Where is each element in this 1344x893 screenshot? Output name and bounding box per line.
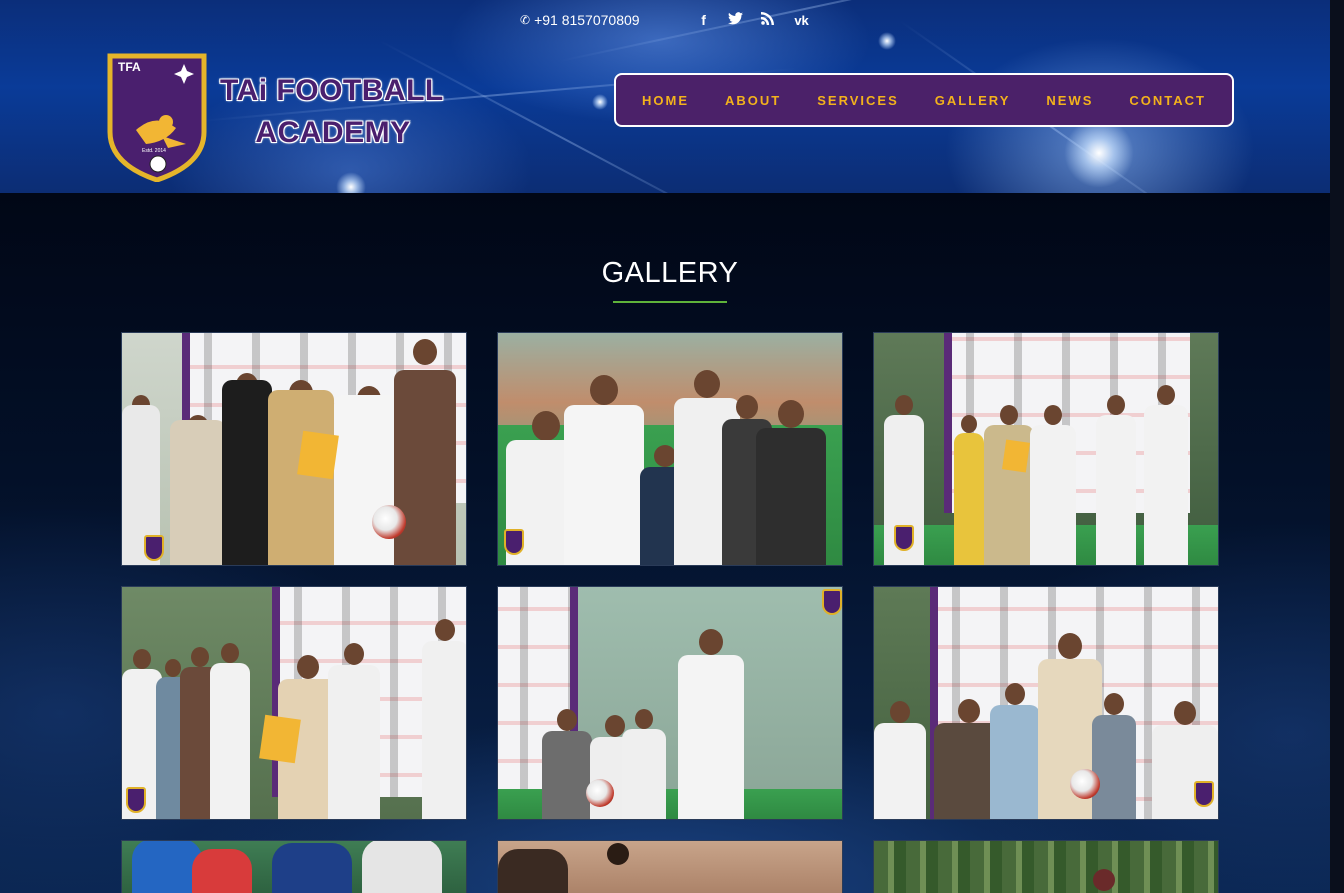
academy-logo-badge[interactable]: TFA Estd. 2014 — [106, 52, 208, 183]
star-sparkle — [592, 94, 608, 110]
gallery-photo-award-ceremony-2[interactable] — [873, 332, 1219, 566]
stadium-light — [1064, 118, 1134, 188]
logo-line2: ACADEMY — [255, 116, 411, 149]
phone-icon: ✆ — [520, 13, 531, 27]
page-title: GALLERY — [601, 257, 739, 289]
gallery-photo-crowd[interactable] — [121, 840, 467, 893]
header-banner: ✆ +91 8157070809 f vk TFA Estd. 2014 TAi… — [0, 0, 1330, 193]
gallery-photo-players[interactable] — [497, 840, 843, 893]
gallery-photo-team-group[interactable] — [497, 332, 843, 566]
gallery-photo-award-ceremony-1[interactable] — [121, 332, 467, 566]
star-sparkle — [878, 32, 896, 50]
social-links: f vk — [696, 12, 812, 28]
nav-services[interactable]: SERVICES — [799, 93, 917, 108]
gallery-section: GALLERY — [0, 193, 1330, 893]
gallery-photo-speech-banner[interactable] — [873, 586, 1219, 820]
logo-line1: TAi FOOTBALL — [220, 74, 444, 107]
twitter-icon[interactable] — [728, 12, 744, 28]
gallery-photo-speech-mic[interactable] — [497, 586, 843, 820]
logo-badge-text: TFA — [118, 60, 141, 74]
main-navigation: HOME ABOUT SERVICES GALLERY NEWS CONTACT — [614, 73, 1234, 127]
contact-topbar: ✆ +91 8157070809 f vk — [520, 10, 812, 30]
title-underline — [613, 301, 727, 303]
vk-icon[interactable]: vk — [792, 13, 812, 28]
facebook-icon[interactable]: f — [696, 12, 712, 28]
nav-contact[interactable]: CONTACT — [1111, 93, 1224, 108]
nav-about[interactable]: ABOUT — [707, 93, 799, 108]
stadium-light — [336, 172, 366, 193]
scrollbar[interactable] — [1330, 0, 1344, 893]
phone-contact[interactable]: ✆ +91 8157070809 — [520, 12, 640, 28]
academy-name-logo[interactable]: TAi FOOTBALL ACADEMY — [218, 70, 448, 154]
nav-news[interactable]: NEWS — [1028, 93, 1111, 108]
gallery-photo-certificate-presentation[interactable] — [121, 586, 467, 820]
rss-icon[interactable] — [760, 12, 776, 28]
nav-home[interactable]: HOME — [624, 93, 707, 108]
gallery-photo-outdoor-trees[interactable] — [873, 840, 1219, 893]
phone-number: +91 8157070809 — [534, 12, 640, 28]
nav-gallery[interactable]: GALLERY — [917, 93, 1029, 108]
logo-estd-text: Estd. 2014 — [142, 148, 166, 154]
